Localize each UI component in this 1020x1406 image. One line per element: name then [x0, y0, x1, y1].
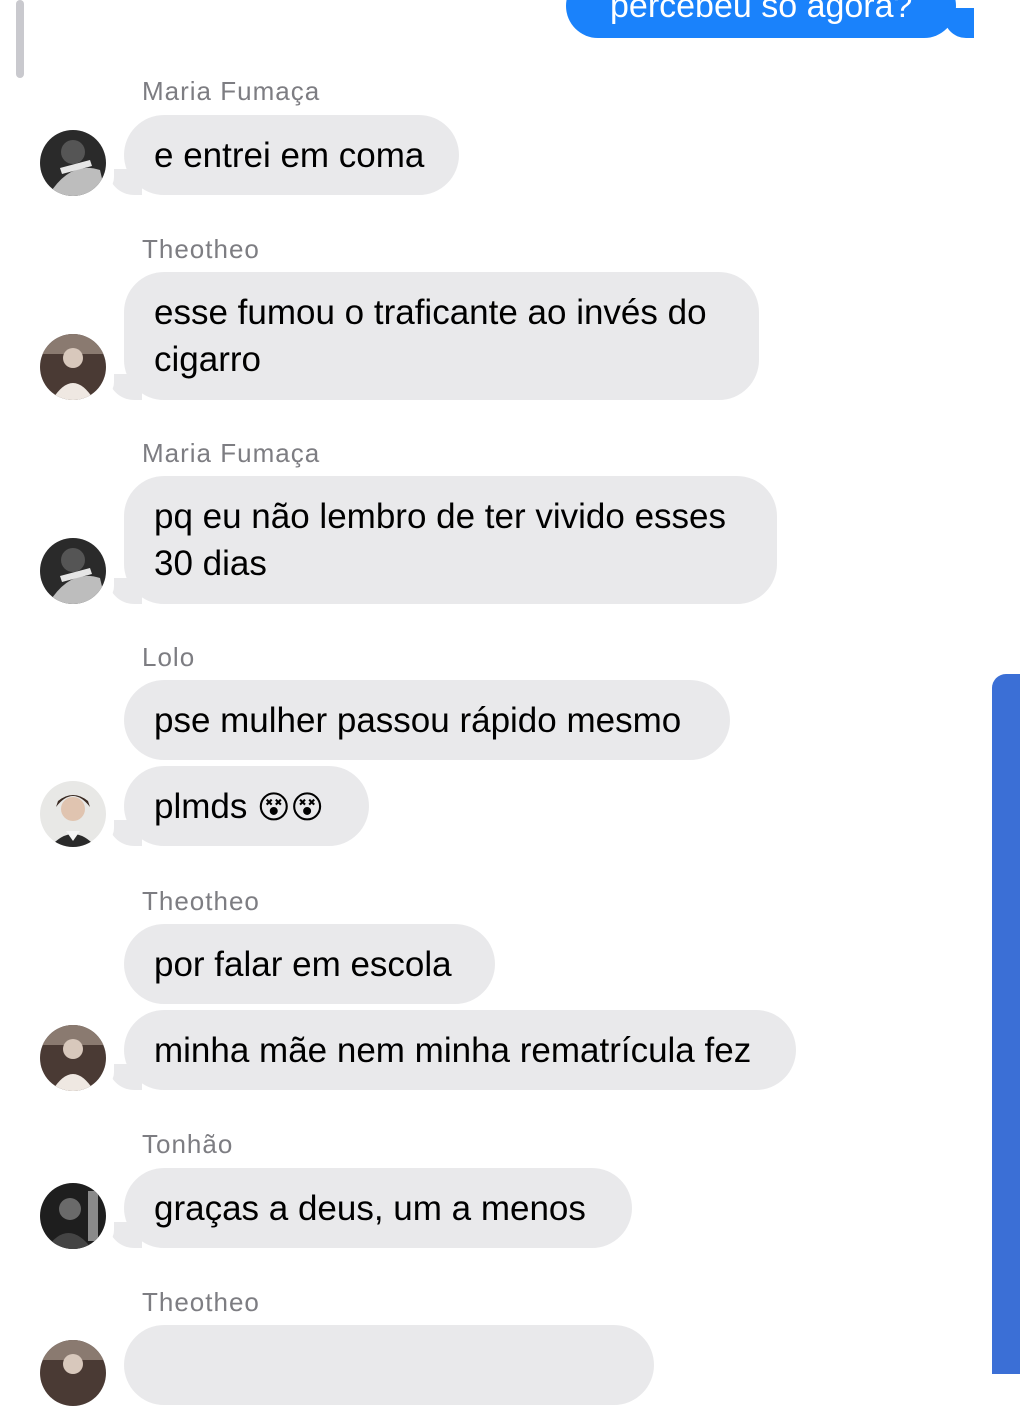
scrollbar-left[interactable] — [16, 0, 24, 78]
outgoing-message-text: percebeu só agora? — [610, 0, 913, 25]
sender-name: Lolo — [142, 642, 196, 672]
message-bubble[interactable]: e entrei em coma — [124, 115, 459, 195]
avatar-theotheo[interactable] — [40, 1340, 106, 1406]
outgoing-message-bubble[interactable]: percebeu só agora? — [566, 0, 957, 38]
message-text: plmds — [154, 787, 248, 826]
avatar-lolo[interactable] — [40, 781, 106, 847]
message-text: e entrei em coma — [154, 136, 425, 175]
message-text: pse mulher passou rápido mesmo — [154, 701, 682, 740]
sender-name: Theotheo — [142, 886, 260, 916]
message-bubble[interactable]: por falar em escola — [124, 924, 495, 1004]
avatar-theotheo[interactable] — [40, 1025, 106, 1091]
avatar-maria-fumaca[interactable] — [40, 538, 106, 604]
message-bubble-partial[interactable] — [124, 1325, 654, 1405]
sender-name: Theotheo — [142, 234, 260, 264]
avatar-tonhao[interactable] — [40, 1183, 106, 1249]
message-bubble[interactable]: pse mulher passou rápido mesmo — [124, 680, 730, 760]
message-text: esse fumou o traficante ao invés do ciga… — [154, 293, 707, 379]
avatar-theotheo[interactable] — [40, 334, 106, 400]
scrollbar-right[interactable] — [992, 674, 1020, 1374]
message-text: graças a deus, um a menos — [154, 1189, 586, 1228]
message-bubble[interactable]: esse fumou o traficante ao invés do ciga… — [124, 272, 759, 400]
message-bubble[interactable]: pq eu não lembro de ter vivido esses 30 … — [124, 476, 777, 604]
sender-name: Maria Fumaça — [142, 76, 321, 106]
message-bubble[interactable]: graças a deus, um a menos — [124, 1168, 632, 1248]
message-bubble[interactable]: plmds 😵😵 — [124, 766, 369, 846]
sender-name: Tonhão — [142, 1129, 234, 1159]
message-bubble[interactable]: minha mãe nem minha rematrícula fez — [124, 1010, 796, 1090]
dizzy-face-emoji: 😵😵 — [257, 789, 324, 825]
sender-name: Theotheo — [142, 1287, 260, 1317]
sender-name: Maria Fumaça — [142, 438, 321, 468]
message-text: minha mãe nem minha rematrícula fez — [154, 1031, 752, 1070]
chat-thread[interactable]: percebeu só agora? Maria Fumaça e entrei… — [0, 0, 1020, 1406]
message-text: pq eu não lembro de ter vivido esses 30 … — [154, 497, 726, 583]
avatar-maria-fumaca[interactable] — [40, 130, 106, 196]
outgoing-bubble-tail — [944, 8, 974, 38]
message-text: por falar em escola — [154, 945, 452, 984]
